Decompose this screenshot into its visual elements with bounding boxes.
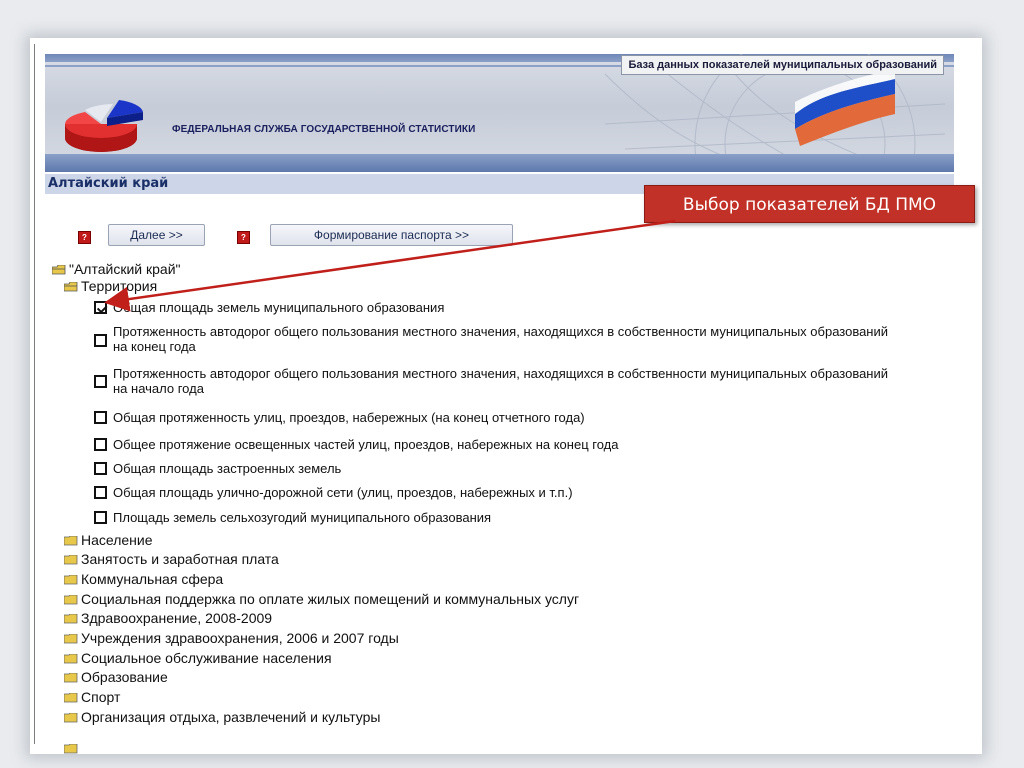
tree-section[interactable]: Учреждения здравоохранения, 2006 и 2007 … — [64, 630, 399, 646]
browser-page: База данных показателей муниципальных об… — [30, 38, 982, 754]
help-next-icon[interactable]: ? — [78, 231, 91, 244]
folder-icon — [64, 614, 78, 624]
folder-icon — [64, 713, 78, 723]
tree-section[interactable]: Социальное обслуживание населения — [64, 650, 332, 666]
tree-section[interactable]: Социальная поддержка по оплате жилых пом… — [64, 591, 579, 607]
indicator-label: Общая площадь земель муниципального обра… — [113, 300, 445, 315]
callout-label: Выбор показателей БД ПМО — [644, 185, 975, 223]
open-folder-icon — [52, 265, 66, 275]
indicator-label: Площадь земель сельхозугодий муниципальн… — [113, 510, 492, 525]
indicator-checkbox[interactable] — [94, 334, 107, 347]
folder-icon — [64, 634, 78, 644]
folder-icon — [64, 595, 78, 605]
indicator-checkbox[interactable] — [94, 301, 107, 314]
folder-icon — [64, 555, 78, 565]
tree-root-label: "Алтайский край" — [69, 261, 181, 277]
folder-icon — [64, 536, 78, 546]
site-banner: База данных показателей муниципальных об… — [45, 54, 954, 172]
tree-section-label: Организация отдыха, развлечений и культу… — [81, 709, 381, 725]
tree-section[interactable]: Население — [64, 532, 153, 548]
indicator-label: Протяженность автодорог общего пользован… — [113, 366, 889, 396]
folder-icon — [64, 654, 78, 664]
folder-icon — [64, 693, 78, 703]
indicator-checkbox[interactable] — [94, 462, 107, 475]
tree-section-label: Образование — [81, 669, 168, 685]
tree-root[interactable]: "Алтайский край" — [52, 261, 180, 277]
folder-icon — [64, 673, 78, 683]
indicator-checkbox[interactable] — [94, 375, 107, 388]
folder-icon — [64, 575, 78, 585]
tree-section[interactable]: Здравоохранение, 2008-2009 — [64, 610, 272, 626]
tree-section-label: Здравоохранение, 2008-2009 — [81, 610, 273, 626]
indicator-label: Общая протяженность улиц, проездов, набе… — [113, 410, 585, 425]
indicator-checkbox[interactable] — [94, 438, 107, 451]
next-button[interactable]: Далее >> — [108, 224, 205, 246]
indicator-label: Протяженность автодорог общего пользован… — [113, 324, 889, 354]
tree-section-label: Территория — [81, 278, 158, 294]
tree-section-label: Социальная поддержка по оплате жилых пом… — [81, 591, 580, 607]
passport-button[interactable]: Формирование паспорта >> — [270, 224, 513, 246]
tree-section-territory[interactable]: Территория — [64, 278, 157, 294]
tree-section[interactable]: Образование — [64, 669, 168, 685]
tree-section-label: Население — [81, 532, 153, 548]
indicator-checkbox[interactable] — [94, 411, 107, 424]
indicator-label: Общая площадь улично-дорожной сети (улиц… — [113, 485, 573, 500]
russia-flag-icon — [790, 69, 900, 158]
tree-section-label: Спорт — [81, 689, 121, 705]
help-passport-icon[interactable]: ? — [237, 231, 250, 244]
folder-icon — [64, 744, 78, 754]
tree-section[interactable]: Организация отдыха, развлечений и культу… — [64, 709, 381, 725]
indicator-checkbox[interactable] — [94, 511, 107, 524]
tree-section-label: Занятость и заработная плата — [81, 551, 279, 567]
tree-section-label: Учреждения здравоохранения, 2006 и 2007 … — [81, 630, 399, 646]
tree-section[interactable]: Спорт — [64, 689, 120, 705]
open-folder-icon — [64, 282, 78, 292]
tree-section[interactable]: Занятость и заработная плата — [64, 551, 279, 567]
database-title: База данных показателей муниципальных об… — [621, 55, 944, 75]
tree-section[interactable]: Коммунальная сфера — [64, 571, 223, 587]
indicator-label: Общее протяжение освещенных частей улиц,… — [113, 437, 619, 452]
tree-section-label: Коммунальная сфера — [81, 571, 224, 587]
tree-section-label: Социальное обслуживание населения — [81, 650, 332, 666]
tree-section-cut-off[interactable] — [64, 740, 81, 754]
agency-title: ФЕДЕРАЛЬНАЯ СЛУЖБА ГОСУДАРСТВЕННОЙ СТАТИ… — [172, 124, 476, 135]
banner-bottom-bar — [45, 154, 954, 172]
indicator-checkbox[interactable] — [94, 486, 107, 499]
indicator-label: Общая площадь застроенных земель — [113, 461, 342, 476]
